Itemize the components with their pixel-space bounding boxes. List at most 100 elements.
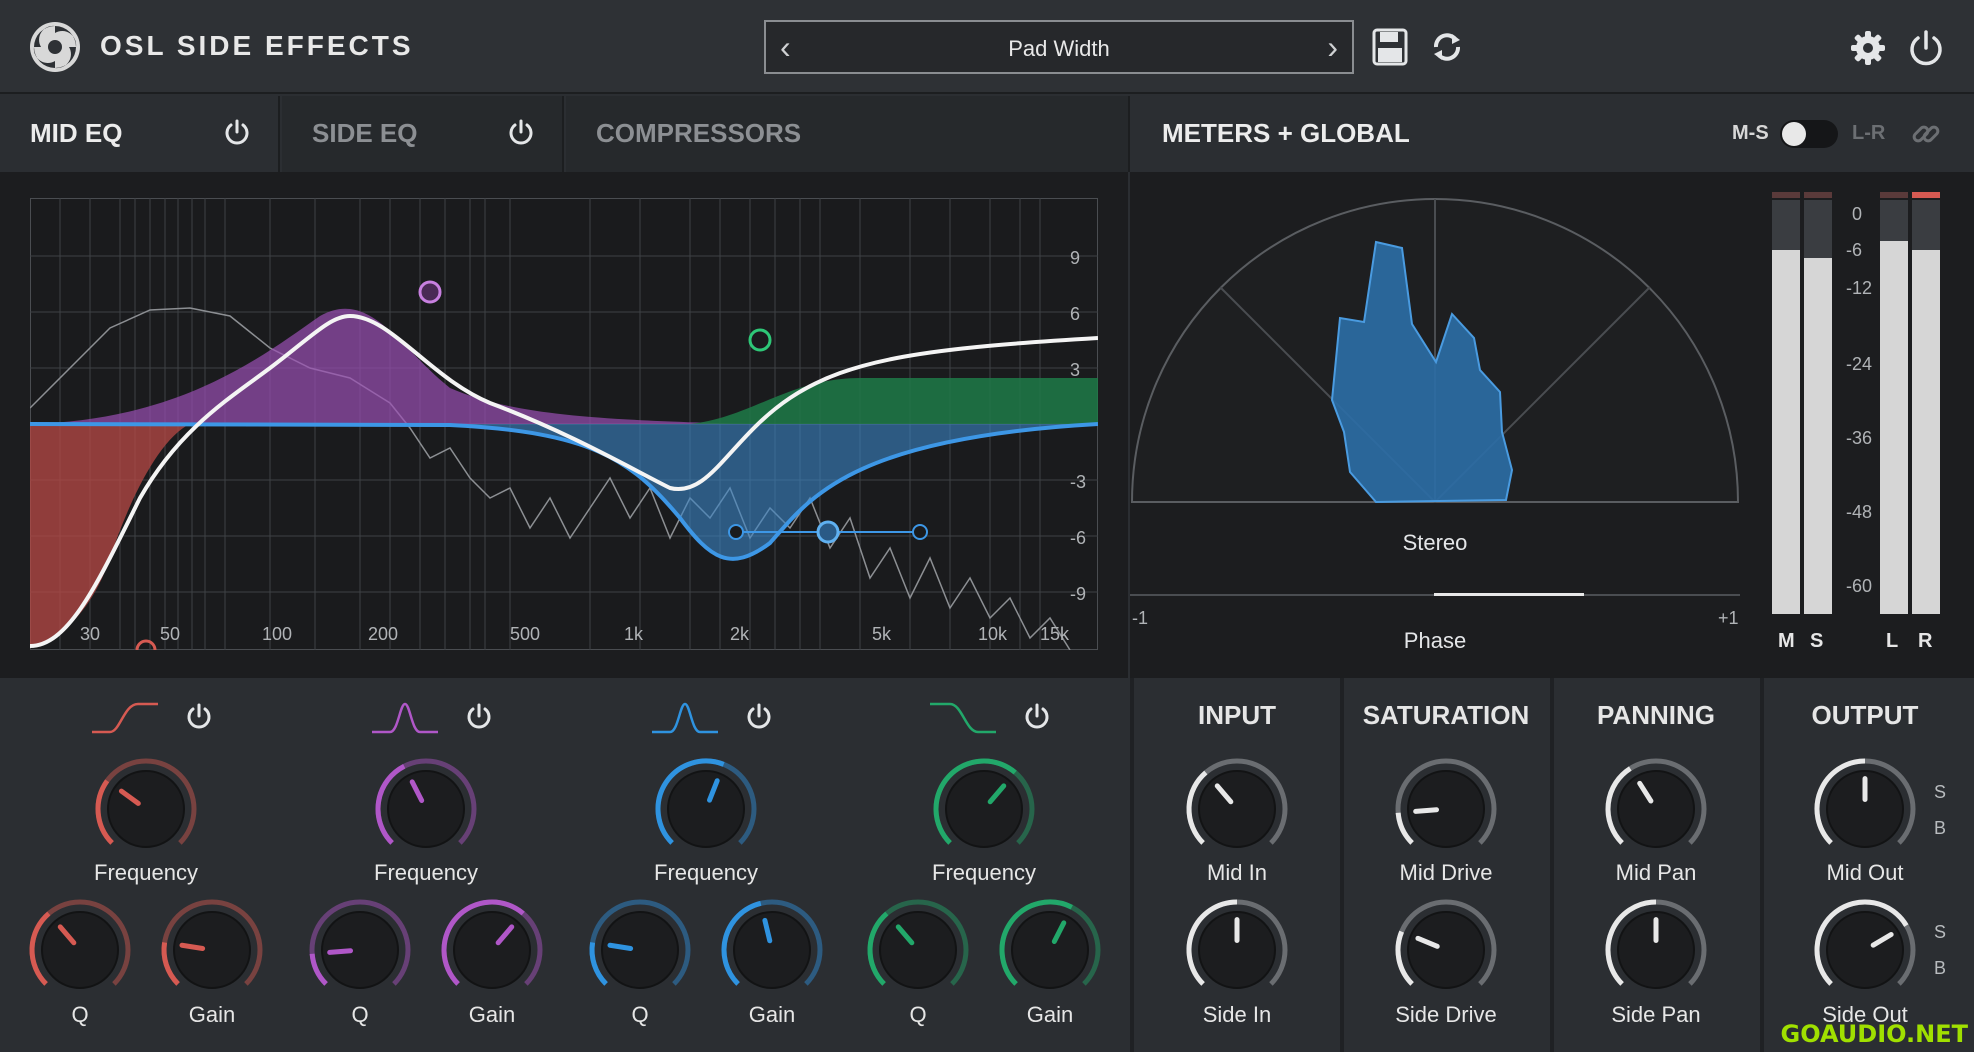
peak-indicator: [1880, 192, 1908, 198]
frequency-knob[interactable]: [652, 755, 760, 863]
mid-eq-power-icon[interactable]: [222, 118, 252, 148]
bypass-label[interactable]: B: [1934, 818, 1946, 839]
phase-label: Phase: [1403, 628, 1467, 653]
logo-icon: [30, 22, 80, 72]
top-knob[interactable]: [1392, 755, 1500, 863]
band-power-icon[interactable]: [184, 702, 214, 732]
solo-label[interactable]: S: [1934, 782, 1946, 803]
section-divider: [1760, 678, 1764, 1052]
frequency-label: Frequency: [932, 860, 1036, 885]
bell-icon[interactable]: [370, 698, 440, 738]
plugin-window: OSL SIDE EFFECTS ‹ Pad Width › MID EQ SI…: [0, 0, 1974, 1052]
tab-label: METERS + GLOBAL: [1162, 118, 1410, 148]
peak-indicator: [1804, 192, 1832, 198]
ms-lr-toggle[interactable]: [1780, 120, 1838, 148]
save-icon[interactable]: [1372, 28, 1408, 66]
freq-tick-label: 100: [262, 624, 293, 644]
bell-2-handle: [816, 520, 840, 544]
stereo-label: Stereo: [1402, 530, 1468, 555]
tab-compressors[interactable]: COMPRESSORS: [566, 96, 1130, 172]
meter-channel-label: S: [1810, 630, 1824, 652]
side-eq-power-icon[interactable]: [506, 118, 536, 148]
plugin-power-icon[interactable]: [1906, 28, 1946, 68]
gain-knob[interactable]: [158, 896, 266, 1004]
top-knob-label: Mid Out: [1826, 860, 1904, 885]
q-knob[interactable]: [26, 896, 134, 1004]
bypass-label[interactable]: B: [1934, 958, 1946, 979]
tab-side-eq[interactable]: SIDE EQ: [282, 96, 564, 172]
db-tick-label: 9: [1070, 248, 1081, 268]
meter-level-r: [1912, 250, 1940, 614]
frequency-knob[interactable]: [372, 755, 480, 863]
top-knob[interactable]: [1602, 755, 1710, 863]
peak-indicator: [1772, 192, 1800, 198]
meter-scale-label: -24: [1846, 354, 1873, 374]
mode-ms-label: M-S: [1732, 122, 1769, 144]
meter-level-s: [1804, 258, 1832, 614]
top-knob[interactable]: [1811, 755, 1919, 863]
section-title: OUTPUT: [1811, 700, 1919, 730]
freq-tick-label: 50: [160, 624, 181, 644]
low-cut-icon[interactable]: [90, 698, 160, 738]
bell-2-q-right-handle: [912, 524, 928, 540]
q-knob[interactable]: [864, 896, 972, 1004]
gain-knob[interactable]: [718, 896, 826, 1004]
meter-scale-label: -36: [1846, 428, 1873, 448]
eq-graph[interactable]: [30, 198, 1098, 650]
meters-panel: Stereo -1 +1 Phase M S L R 0 -6 -12 -24 -36 -48 -6…: [1130, 172, 1974, 678]
bottom-knob-label: Side In: [1202, 1002, 1272, 1027]
preset-selector[interactable]: ‹ Pad Width ›: [764, 20, 1354, 74]
bell-icon[interactable]: [650, 698, 720, 738]
section-title: SATURATION: [1362, 700, 1530, 730]
phase-min-label: -1: [1132, 608, 1149, 628]
section-title: INPUT: [1198, 700, 1276, 730]
bottom-knob[interactable]: [1183, 896, 1291, 1004]
tab-meters-global[interactable]: METERS + GLOBAL M-S L-R: [1132, 96, 1974, 172]
bottom-knob[interactable]: [1602, 896, 1710, 1004]
preset-name[interactable]: Pad Width: [766, 36, 1352, 62]
freq-tick-label: 5k: [872, 624, 892, 644]
band-power-icon[interactable]: [744, 702, 774, 732]
tab-bar: MID EQ SIDE EQ COMPRESSORS METERS + GLOB…: [0, 96, 1974, 172]
top-knob[interactable]: [1183, 755, 1291, 863]
q-knob[interactable]: [306, 896, 414, 1004]
refresh-icon[interactable]: [1428, 28, 1466, 66]
top-knob-label: Mid In: [1207, 860, 1267, 885]
tab-mid-eq[interactable]: MID EQ: [0, 96, 280, 172]
next-preset-icon[interactable]: ›: [1327, 30, 1338, 64]
gain-knob[interactable]: [438, 896, 546, 1004]
q-knob[interactable]: [586, 896, 694, 1004]
band-power-icon[interactable]: [464, 702, 494, 732]
peak-indicator: [1912, 192, 1940, 198]
phase-max-label: +1: [1718, 608, 1739, 628]
top-knob-label: Mid Drive: [1399, 860, 1493, 885]
bottom-knob[interactable]: [1811, 896, 1919, 1004]
frequency-label: Frequency: [374, 860, 478, 885]
meter-level-m: [1772, 250, 1800, 614]
bottom-knob[interactable]: [1392, 896, 1500, 1004]
gain-knob[interactable]: [996, 896, 1104, 1004]
solo-label[interactable]: S: [1934, 922, 1946, 943]
db-tick-label: -9: [1070, 584, 1087, 604]
frequency-knob[interactable]: [930, 755, 1038, 863]
meter-scale-label: -60: [1846, 576, 1873, 596]
bell-1-handle: [418, 280, 442, 304]
db-tick-label: 6: [1070, 304, 1081, 324]
meter-channel-label: L: [1886, 630, 1899, 652]
top-bar: OSL SIDE EFFECTS ‹ Pad Width ›: [0, 0, 1974, 94]
eq-panel: 9 6 3 -3 -6 -9 30 50 100 200 500 1k 2k 5k 10k 15k: [0, 172, 1128, 678]
phase-correlation-bar: [1434, 593, 1584, 596]
freq-tick-label: 500: [510, 624, 541, 644]
frequency-knob[interactable]: [92, 755, 200, 863]
high-shelf-icon[interactable]: [928, 698, 998, 738]
toggle-knob: [1782, 122, 1806, 146]
section-title: PANNING: [1597, 700, 1715, 730]
link-icon[interactable]: [1910, 118, 1942, 150]
watermark: GOAUDIO.NET: [1780, 1020, 1968, 1048]
settings-gear-icon[interactable]: [1850, 30, 1886, 66]
band-power-icon[interactable]: [1022, 702, 1052, 732]
freq-tick-label: 1k: [624, 624, 644, 644]
meter-channel-label: R: [1918, 630, 1933, 652]
bottom-knob-label: Side Drive: [1395, 1002, 1497, 1027]
section-divider: [1130, 678, 1134, 1052]
